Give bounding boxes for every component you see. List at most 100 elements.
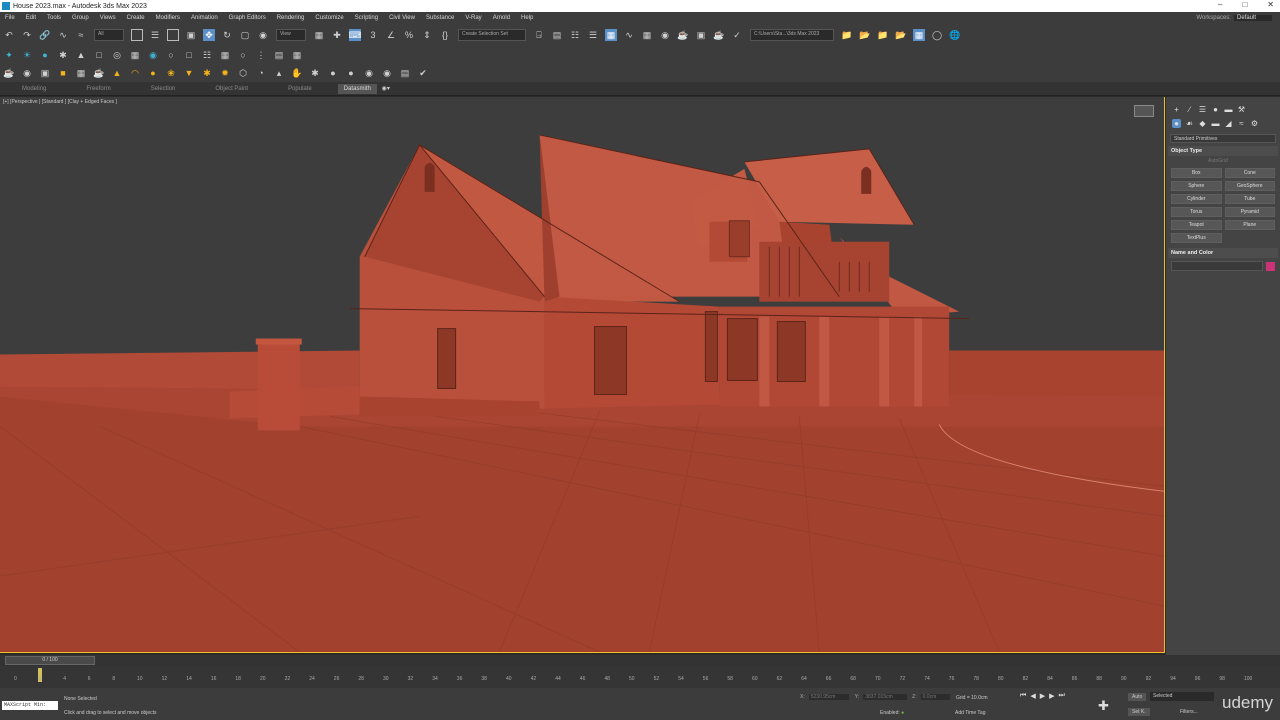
rendered-frame-icon[interactable]: ▣ [695, 29, 707, 41]
y-coord-field[interactable]: 3837.015cm [863, 694, 907, 700]
tab-object-paint[interactable]: Object Paint [193, 86, 266, 92]
adaptive-degradation-toggle[interactable]: Enabled: ● [880, 710, 904, 716]
frame-buffer-icon[interactable]: ▣ [39, 67, 51, 79]
vray-env-icon[interactable]: ◉ [363, 67, 375, 79]
prev-frame-icon[interactable]: ◀ [1030, 692, 1035, 700]
ribbon-options-icon[interactable]: ◉▾ [380, 83, 392, 95]
pivot-icon[interactable]: ▦ [313, 29, 325, 41]
vray-ambient-icon[interactable]: ✱ [57, 49, 69, 61]
curve-editor-icon[interactable]: ∿ [623, 29, 635, 41]
vray-sun-icon[interactable]: ☀ [21, 49, 33, 61]
vray-icon[interactable]: ✓ [731, 29, 743, 41]
set-key-icon[interactable]: ✚ [1098, 698, 1109, 714]
select-object-icon[interactable] [131, 29, 143, 41]
menu-edit[interactable]: Edit [21, 15, 42, 21]
vray-cam-icon[interactable]: ◉ [147, 49, 159, 61]
vray-sphere-icon[interactable]: ◎ [111, 49, 123, 61]
tube-button[interactable]: Tube [1224, 194, 1275, 204]
vray-spot-yellow-icon[interactable]: ▼ [183, 67, 195, 79]
menu-arnold[interactable]: Arnold [488, 15, 516, 21]
rect-selection-icon[interactable] [167, 29, 179, 41]
undo-icon[interactable]: ↶ [3, 29, 15, 41]
vray-adv-icon[interactable]: ◉ [381, 67, 393, 79]
box-button[interactable]: Box [1171, 168, 1222, 178]
vray-v-icon[interactable]: ✔ [417, 67, 429, 79]
set-key-button[interactable]: Set K. [1128, 708, 1150, 716]
add-time-tag[interactable]: Add Time Tag [955, 710, 985, 716]
close-button[interactable]: ✕ [1267, 0, 1274, 9]
render-icon[interactable]: ☕ [713, 29, 725, 41]
key-filter-dropdown[interactable]: Selected [1150, 692, 1214, 701]
object-type-header[interactable]: Object Type [1168, 146, 1278, 156]
reference-coord-dropdown[interactable]: View [276, 29, 306, 41]
vray-volume-icon[interactable]: ○ [237, 49, 249, 61]
vray-proxy-2-icon[interactable]: ⬡ [237, 67, 249, 79]
name-color-header[interactable]: Name and Color [1168, 248, 1278, 258]
unlink-icon[interactable]: ∿ [57, 29, 69, 41]
workspace-value[interactable]: Default [1233, 15, 1272, 21]
time-slider-thumb[interactable]: 0 / 100 [5, 656, 95, 665]
window-crossing-icon[interactable]: ▣ [185, 29, 197, 41]
play-icon[interactable]: ▶ [1040, 692, 1045, 700]
project-folder-dropdown[interactable]: C:\Users\Sta...\3ds Max 2023 [750, 29, 834, 41]
project-icon-2[interactable]: 📂 [859, 29, 871, 41]
z-coord-field[interactable]: 0.0cm [920, 694, 951, 700]
vray-multi-icon[interactable]: ● [345, 67, 357, 79]
vray-ambient-yellow-icon[interactable]: ✱ [201, 67, 213, 79]
object-name-field[interactable] [1171, 261, 1263, 271]
tab-freeform[interactable]: Freeform [64, 86, 128, 92]
menu-help[interactable]: Help [516, 15, 539, 21]
tab-modeling[interactable]: Modeling [0, 86, 64, 92]
project-icon-5[interactable]: ▦ [913, 29, 925, 41]
auto-key-button[interactable]: Auto [1128, 693, 1147, 701]
time-slider[interactable]: 0 / 100 [0, 655, 1280, 666]
select-scale-icon[interactable]: ▢ [239, 29, 251, 41]
vray-enmesh-icon[interactable]: ▦ [219, 49, 231, 61]
spinner-snap-icon[interactable]: ⇕ [421, 29, 433, 41]
project-icon-1[interactable]: 📁 [841, 29, 853, 41]
vray-scatter-icon[interactable]: ☷ [201, 49, 213, 61]
next-frame-icon[interactable]: ▶ [1049, 692, 1054, 700]
redo-icon[interactable]: ↷ [21, 29, 33, 41]
select-by-name-icon[interactable]: ☰ [149, 29, 161, 41]
vray-ies-yellow-icon[interactable]: ❀ [165, 67, 177, 79]
vray-sphere-3-icon[interactable]: ● [327, 67, 339, 79]
vray-sphere-yellow-icon[interactable]: ● [147, 67, 159, 79]
create-tab-icon[interactable]: + [1172, 105, 1181, 114]
select-manipulate-icon[interactable]: ✚ [331, 29, 343, 41]
vray-dome-icon[interactable]: ◠ [129, 67, 141, 79]
key-filters-button[interactable]: Filters... [1150, 708, 1214, 717]
utilities-tab-icon[interactable]: ⚒ [1237, 105, 1246, 114]
viewport-label[interactable]: [+] [Perspective ] [Standard ] [Clay + E… [3, 99, 117, 105]
menu-create[interactable]: Create [122, 15, 151, 21]
tab-populate[interactable]: Populate [266, 86, 330, 92]
percent-snap-icon[interactable]: % [403, 29, 415, 41]
plane-button[interactable]: Plane [1224, 220, 1275, 230]
vray-fur-icon[interactable]: ▦ [129, 49, 141, 61]
vray-scatter-2-icon[interactable]: ✱ [309, 67, 321, 79]
vray-decal-icon[interactable]: ○ [165, 49, 177, 61]
vray-extra-icon[interactable]: ▤ [273, 49, 285, 61]
minimize-button[interactable]: – [1218, 0, 1222, 9]
link-icon[interactable]: 🔗 [39, 29, 51, 41]
helpers-icon[interactable]: ◢ [1224, 119, 1233, 128]
vray-cube-icon[interactable]: ▦ [291, 49, 303, 61]
teapot-icon[interactable]: ☕ [3, 67, 15, 79]
pyramid-button[interactable]: Pyramid [1224, 207, 1275, 217]
menu-substance[interactable]: Substance [421, 15, 460, 21]
vray-grid-icon[interactable]: ⋮ [255, 49, 267, 61]
vray-proxy-icon[interactable]: ▲ [75, 49, 87, 61]
maximize-button[interactable]: □ [1242, 0, 1247, 9]
vray-light-yellow-icon[interactable]: ■ [57, 67, 69, 79]
menu-v-ray[interactable]: V-Ray [460, 15, 487, 21]
vray-sun-yellow-icon[interactable]: ▲ [111, 67, 123, 79]
render-active-icon[interactable]: ◉ [21, 67, 33, 79]
menu-rendering[interactable]: Rendering [272, 15, 311, 21]
torus-button[interactable]: Torus [1171, 207, 1222, 217]
object-color-swatch[interactable] [1266, 261, 1275, 271]
x-coord-field[interactable]: 5230.95cm [808, 694, 850, 700]
scene-explorer-icon[interactable]: ☷ [569, 29, 581, 41]
menu-scripting[interactable]: Scripting [350, 15, 384, 21]
menu-animation[interactable]: Animation [186, 15, 224, 21]
vray-mtl-icon[interactable]: ☕ [93, 67, 105, 79]
